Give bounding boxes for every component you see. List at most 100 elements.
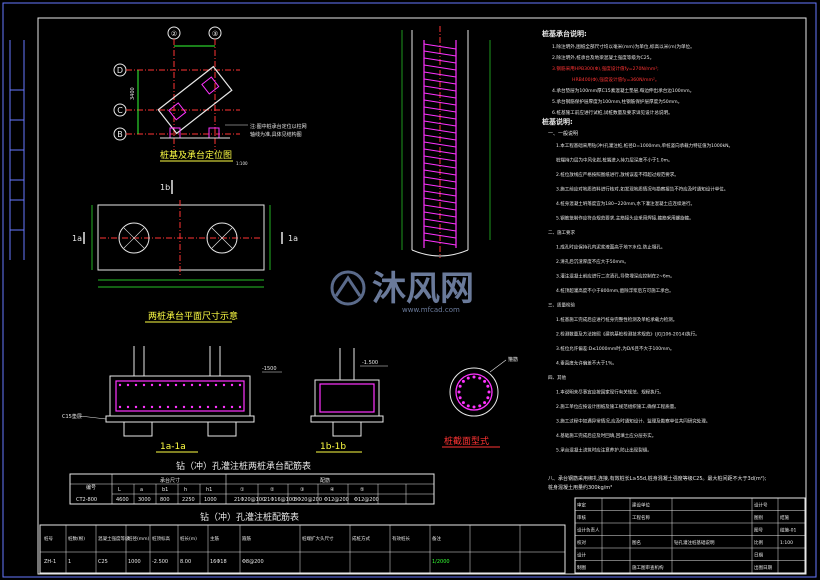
notes2-item: 3.灌注混凝土前应进行二次清孔,导管埋深应控制在2~6m。 bbox=[556, 273, 675, 280]
watermark-logo bbox=[330, 270, 366, 306]
cap-plan-scale: 1:100 bbox=[236, 161, 248, 166]
pile-head bbox=[332, 421, 362, 437]
rebar-dot bbox=[182, 383, 186, 387]
table2-header: 备注 bbox=[432, 535, 441, 542]
rebar-dot bbox=[457, 390, 461, 394]
rebar-dot bbox=[214, 405, 218, 409]
rebar-dot bbox=[134, 405, 138, 409]
spiral-segment bbox=[423, 64, 457, 71]
section-mark: 1a bbox=[72, 234, 82, 243]
title-block-cell: 制图 bbox=[577, 564, 586, 571]
rebar-dot bbox=[478, 376, 482, 380]
pile-section-title: 桩截面型式 bbox=[444, 435, 489, 447]
axis-label-c: C bbox=[117, 106, 123, 115]
level-text: -1.500 bbox=[362, 360, 378, 366]
title-block-cell: 审核 bbox=[577, 514, 586, 521]
notes-footer: 八、承台钢筋采用绑扎连接,有效桩长L≥55d,桩身混凝土强度等级C25。最大桩间… bbox=[548, 475, 767, 482]
notes2-item: 4.桩身混凝土坍落度宜为180~220mm,水下灌注混凝土应连续进行。 bbox=[556, 200, 695, 207]
table2-header: 桩径(mm) bbox=[128, 535, 150, 542]
title-block-cells: 审定 建设单位 设计号审核 工程名称 图别 结施设计负责人 图号 结施-01 校对 图名 钻孔灌注桩… bbox=[575, 498, 805, 573]
title-block-cell: 审定 bbox=[577, 502, 586, 509]
cap-section bbox=[109, 375, 251, 417]
rebar-dot bbox=[214, 383, 218, 387]
watermark-brand: 沐风网 bbox=[372, 269, 474, 309]
table1-subheader: h1 bbox=[206, 487, 212, 493]
notes2-item: 3.桩位允许偏差:D≤1000mm时,为D/6且不大于100mm。 bbox=[556, 345, 674, 352]
table2-cell: -2.500 bbox=[152, 559, 168, 565]
table1-subheader: a bbox=[140, 487, 143, 493]
notes2-item: 1.成孔时应保持孔内泥浆液面高于地下水位,防止塌孔。 bbox=[556, 244, 665, 251]
rebar-dot bbox=[118, 405, 122, 409]
rebar-dot bbox=[198, 405, 202, 409]
table1-cell: 21Φ16@100 bbox=[264, 497, 295, 503]
notes1-item: 5.承台钢筋保护层厚度为100mm,柱钢筋保护层厚度为50mm。 bbox=[552, 98, 682, 105]
notes2-item: 5.承台混凝土浇筑时应注意养护,防止出现裂缝。 bbox=[556, 447, 652, 454]
design-notes: 桩基承台说明: 1.除注明外,图纸全部尺寸均以毫米(mm)为单位,标高以米(m)… bbox=[542, 29, 767, 491]
table1-cell: 2250 bbox=[182, 497, 195, 503]
table2-cell: C25 bbox=[98, 559, 108, 565]
table1-header: 编号 bbox=[86, 484, 96, 491]
notes1-item: HRB400(Φ),强度设计值fy=360N/mm²。 bbox=[572, 76, 659, 83]
two-pile-cap-plan: 1b 1a 1a 两桩承台平面尺寸示意 bbox=[72, 180, 298, 323]
notes2-item: 4.基础施工完成后应及时回填,回填土应分层夯实。 bbox=[556, 432, 656, 439]
title-block-cell: 出图日期 bbox=[754, 564, 772, 571]
title-block-cell: 日期 bbox=[754, 553, 763, 559]
table1-cell: Φ12@200 bbox=[354, 497, 379, 503]
notes2-item: 3.施工过程中如遇异常情况,应及时通知设计、监理及勘察单位共同研究处理。 bbox=[556, 418, 710, 425]
notes2-title: 桩基说明: bbox=[542, 117, 573, 126]
pile-square bbox=[201, 76, 220, 95]
table2-title: 钻（冲）孔灌注桩配筋表 bbox=[200, 511, 299, 523]
table2-cell: 1/2000 bbox=[432, 559, 450, 565]
pile-square bbox=[168, 102, 187, 121]
cad-drawing: ② ③ D C B 3400 注:图中桩承台定位以柱网 轴线为准,具体见结构图 bbox=[2, 2, 817, 578]
notes-footer: 桩身混凝土用量约300kg/m³ bbox=[548, 484, 612, 491]
table2-cell: Φ8@200 bbox=[242, 559, 264, 565]
notes2-item: 1.本说明未尽事宜应按国家现行有关规范、规程执行。 bbox=[556, 389, 664, 396]
notes2-item: 1.桩基施工完成后应进行桩身完整性检测及单桩承载力检测。 bbox=[556, 316, 677, 323]
notes2-item: 5.钢筋笼制作应符合规范要求,主筋接头应采用焊接,箍筋采用螺旋箍。 bbox=[556, 215, 694, 222]
table2-header: 箍筋 bbox=[242, 535, 251, 542]
rebar-dot bbox=[238, 383, 242, 387]
rebar-dot bbox=[222, 383, 226, 387]
table2-frame bbox=[39, 524, 566, 574]
rebar-dot bbox=[166, 405, 170, 409]
hoop-circle bbox=[455, 373, 493, 411]
table2-header: 桩数(根) bbox=[68, 535, 85, 542]
rebar-dot bbox=[150, 383, 154, 387]
rebar-dot bbox=[222, 405, 226, 409]
title-block-cell: 钻孔灌注桩基础说明 bbox=[674, 539, 715, 546]
rebar-dot bbox=[472, 375, 476, 379]
notes1-item: 2.除注明外,桩承台及地梁混凝土强度等级为C25。 bbox=[552, 54, 654, 61]
table2-cell: ZH-1 bbox=[44, 559, 56, 565]
rebar-dot bbox=[174, 405, 178, 409]
notes2-item: 桩端持力层为中风化岩,桩端进入持力层深度不小于1.0m。 bbox=[556, 157, 672, 164]
notes2-items: 1.本工程基础采用钻(冲)孔灌注桩,桩径D=1000mm,单桩竖向承载力特征值为… bbox=[548, 142, 733, 454]
rebar-dot bbox=[142, 383, 146, 387]
table1-header: 承台尺寸 bbox=[160, 477, 180, 484]
watermark-url: www.mfcad.com bbox=[402, 306, 460, 314]
table2-cell: 16Φ18 bbox=[210, 559, 227, 565]
title-block-cell: 校对 bbox=[577, 539, 586, 546]
rebar-dot bbox=[118, 383, 122, 387]
rebar-dot bbox=[190, 405, 194, 409]
rebar-dot bbox=[458, 396, 462, 400]
pile-rebar-table: 钻（冲）孔灌注桩配筋表 桩号 桩数(根) 混凝土强度等级桩径(mm) 桩顶标高 桩长(m… bbox=[39, 511, 566, 574]
rebar-dot bbox=[174, 383, 178, 387]
rotated-pile-cap bbox=[157, 65, 233, 135]
rebar-dot bbox=[206, 383, 210, 387]
cap-rebar-table: 钻（冲）孔灌注桩两桩承台配筋表 编号 承台尺寸 配筋 La b1 h h1 ① ② ③ ④ ⑤ C… bbox=[69, 460, 435, 505]
pile-outline-circle bbox=[449, 367, 499, 417]
table1-cell: 3000 bbox=[138, 497, 151, 503]
title-block-cell: 图号 bbox=[754, 528, 763, 534]
pile-head bbox=[207, 421, 237, 437]
table1-cell: CT2-800 bbox=[76, 497, 97, 503]
binding-cell bbox=[9, 199, 25, 231]
title-block-cell: 施工图审查机构 bbox=[632, 564, 664, 571]
pile-square bbox=[208, 127, 220, 139]
rebar-dot bbox=[142, 405, 146, 409]
notes2-item: 2.施工单位应按设计图纸及施工规范组织施工,确保工程质量。 bbox=[556, 403, 679, 410]
table1-subheader: ③ bbox=[300, 487, 304, 493]
title-block-cell: 建设单位 bbox=[632, 502, 650, 509]
title-block-cell: 图名 bbox=[632, 539, 641, 546]
rebar-dot bbox=[466, 376, 470, 380]
